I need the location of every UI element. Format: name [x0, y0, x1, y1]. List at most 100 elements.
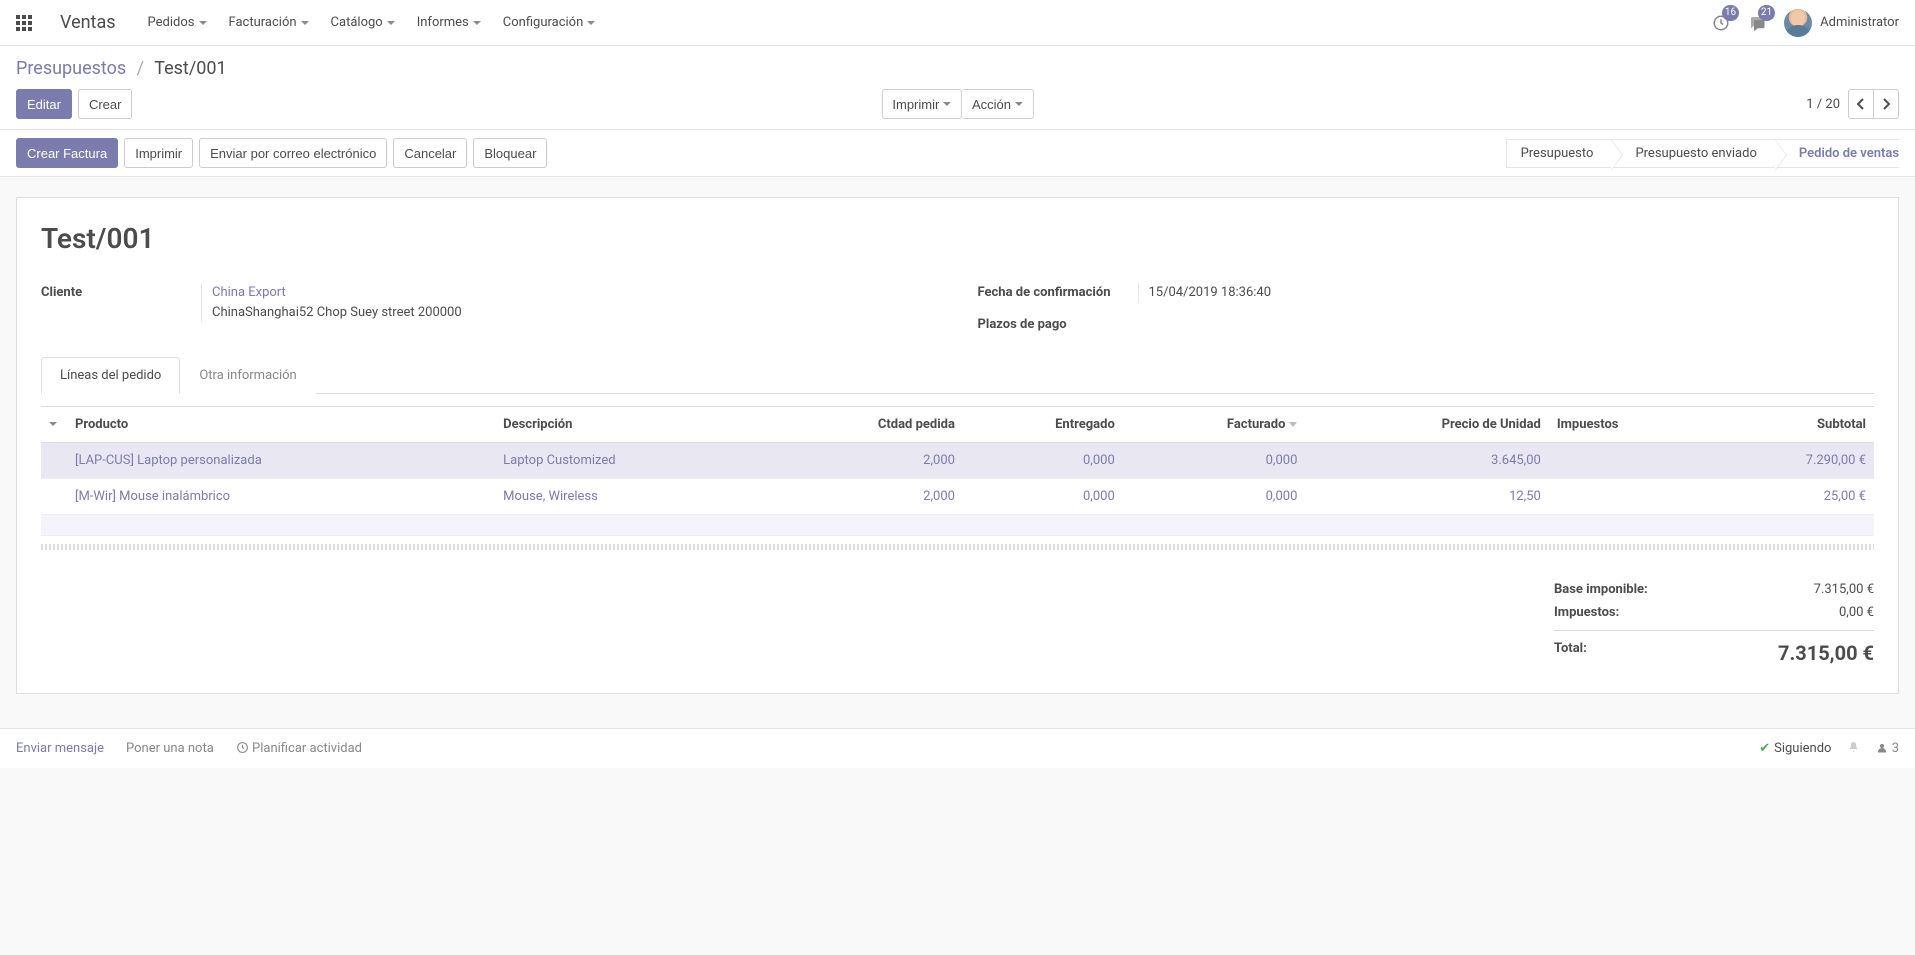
- caret-down-icon: [1015, 102, 1023, 106]
- col-product[interactable]: Producto: [67, 406, 495, 442]
- statusbar-row: Crear Factura Imprimir Enviar por correo…: [0, 130, 1915, 177]
- menu-facturacion[interactable]: Facturación: [219, 9, 319, 36]
- cell-product[interactable]: [LAP-CUS] Laptop personalizada: [75, 453, 262, 468]
- pager-text[interactable]: 1 / 20: [1806, 97, 1840, 112]
- menu-pedidos[interactable]: Pedidos: [138, 9, 217, 36]
- caret-down-icon: [387, 21, 395, 25]
- top-nav: Ventas Pedidos Facturación Catálogo Info…: [0, 0, 1915, 46]
- cell-invoiced[interactable]: 0,000: [1266, 453, 1298, 468]
- edit-button[interactable]: Editar: [16, 89, 72, 119]
- user-name: Administrator: [1820, 15, 1899, 30]
- client-address: ChinaShanghai52 Chop Suey street 200000: [212, 305, 462, 320]
- cell-unit-price[interactable]: 12,50: [1509, 489, 1541, 504]
- avatar: [1784, 9, 1812, 37]
- tax-value: 0,00 €: [1839, 605, 1874, 620]
- cell-delivered[interactable]: 0,000: [1083, 489, 1115, 504]
- create-invoice-button[interactable]: Crear Factura: [16, 138, 118, 168]
- caret-down-icon: [199, 21, 207, 25]
- cell-subtotal[interactable]: 7.290,00 €: [1806, 453, 1866, 468]
- form-sheet: Test/001 Cliente China Export ChinaShang…: [16, 197, 1899, 694]
- cell-description[interactable]: Mouse, Wireless: [503, 489, 598, 504]
- order-lines-table: Producto Descripción Ctdad pedida Entreg…: [41, 406, 1874, 536]
- confirm-date-label: Fecha de confirmación: [978, 283, 1138, 300]
- messages-icon[interactable]: 21: [1748, 14, 1766, 32]
- table-resize-handle[interactable]: [41, 544, 1874, 550]
- cell-product[interactable]: [M-Wir] Mouse inalámbrico: [75, 489, 230, 504]
- col-delivered[interactable]: Entregado: [963, 406, 1123, 442]
- col-taxes[interactable]: Impuestos: [1549, 406, 1713, 442]
- client-value: China Export ChinaShanghai52 Chop Suey s…: [201, 283, 938, 322]
- cell-description[interactable]: Laptop Customized: [503, 453, 615, 468]
- table-row[interactable]: [LAP-CUS] Laptop personalizada Laptop Cu…: [41, 442, 1874, 478]
- main-menu: Pedidos Facturación Catálogo Informes Co…: [138, 9, 606, 36]
- caret-down-icon: [473, 21, 481, 25]
- print-button[interactable]: Imprimir: [124, 138, 193, 168]
- caret-down-icon: [943, 102, 951, 106]
- cell-delivered[interactable]: 0,000: [1083, 453, 1115, 468]
- client-label: Cliente: [41, 283, 201, 300]
- breadcrumb: Presupuestos / Test/001: [16, 58, 1899, 79]
- form-left-col: Cliente China Export ChinaShanghai52 Cho…: [41, 283, 938, 332]
- cell-taxes[interactable]: [1549, 442, 1713, 478]
- tax-label: Impuestos:: [1554, 605, 1619, 620]
- form-right-col: Fecha de confirmación 15/04/2019 18:36:4…: [978, 283, 1875, 332]
- cancel-button[interactable]: Cancelar: [393, 138, 467, 168]
- following-button[interactable]: ✔Siguiendo: [1759, 741, 1831, 756]
- totals: Base imponible: 7.315,00 € Impuestos: 0,00…: [41, 578, 1874, 669]
- cell-taxes[interactable]: [1549, 478, 1713, 514]
- breadcrumb-current: Test/001: [154, 58, 226, 79]
- menu-catalogo[interactable]: Catálogo: [321, 9, 405, 36]
- cell-invoiced[interactable]: 0,000: [1266, 489, 1298, 504]
- apps-icon[interactable]: [16, 15, 32, 31]
- log-note-link[interactable]: Poner una nota: [126, 741, 214, 756]
- caret-down-icon: [49, 422, 57, 426]
- app-brand[interactable]: Ventas: [60, 12, 116, 33]
- status-presupuesto-enviado[interactable]: Presupuesto enviado: [1611, 139, 1774, 168]
- breadcrumb-sep: /: [137, 58, 144, 79]
- col-row-toggle[interactable]: [41, 406, 67, 442]
- breadcrumb-root[interactable]: Presupuestos: [16, 58, 126, 79]
- pager-next-button[interactable]: [1874, 89, 1899, 119]
- print-dropdown[interactable]: Imprimir: [881, 89, 962, 119]
- col-subtotal[interactable]: Subtotal: [1713, 406, 1874, 442]
- table-row[interactable]: [M-Wir] Mouse inalámbrico Mouse, Wireles…: [41, 478, 1874, 514]
- col-description[interactable]: Descripción: [495, 406, 766, 442]
- chatter-bar: Enviar mensaje Poner una nota Planificar…: [0, 728, 1915, 768]
- schedule-activity-link[interactable]: Planificar actividad: [236, 741, 362, 756]
- col-invoiced[interactable]: Facturado: [1123, 406, 1306, 442]
- followers-count[interactable]: 3: [1876, 741, 1899, 756]
- tabs: Líneas del pedido Otra información: [41, 356, 1874, 394]
- total-value: 7.315,00 €: [1778, 641, 1874, 665]
- pager-prev-button[interactable]: [1848, 89, 1874, 119]
- lock-button[interactable]: Bloquear: [473, 138, 547, 168]
- tab-other-info[interactable]: Otra información: [180, 357, 315, 394]
- cell-subtotal[interactable]: 25,00 €: [1824, 489, 1866, 504]
- base-label: Base imponible:: [1554, 582, 1648, 597]
- send-email-button[interactable]: Enviar por correo electrónico: [199, 138, 387, 168]
- send-message-link[interactable]: Enviar mensaje: [16, 741, 104, 756]
- total-label: Total:: [1554, 641, 1587, 665]
- user-menu[interactable]: Administrator: [1784, 9, 1899, 37]
- caret-down-icon: [301, 21, 309, 25]
- status-pedido-ventas[interactable]: Pedido de ventas: [1775, 139, 1899, 168]
- caret-down-icon: [587, 21, 595, 25]
- table-empty-row[interactable]: [41, 514, 1874, 535]
- col-unit-price[interactable]: Precio de Unidad: [1305, 406, 1548, 442]
- status-presupuesto[interactable]: Presupuesto: [1506, 139, 1612, 168]
- cell-qty[interactable]: 2,000: [923, 453, 955, 468]
- cell-qty[interactable]: 2,000: [923, 489, 955, 504]
- cell-unit-price[interactable]: 3.645,00: [1491, 453, 1541, 468]
- client-link[interactable]: China Export: [212, 285, 286, 300]
- col-qty[interactable]: Ctdad pedida: [766, 406, 963, 442]
- bell-icon[interactable]: [1847, 741, 1860, 756]
- activities-badge: 16: [1722, 5, 1739, 21]
- record-title: Test/001: [41, 222, 1874, 255]
- tab-order-lines[interactable]: Líneas del pedido: [41, 357, 180, 394]
- action-dropdown[interactable]: Acción: [962, 89, 1034, 119]
- create-button[interactable]: Crear: [78, 89, 133, 119]
- activities-icon[interactable]: 16: [1712, 14, 1730, 32]
- control-panel: Presupuestos / Test/001 Editar Crear Imp…: [0, 46, 1915, 130]
- base-value: 7.315,00 €: [1814, 582, 1874, 597]
- menu-informes[interactable]: Informes: [407, 9, 491, 36]
- menu-configuracion[interactable]: Configuración: [493, 9, 606, 36]
